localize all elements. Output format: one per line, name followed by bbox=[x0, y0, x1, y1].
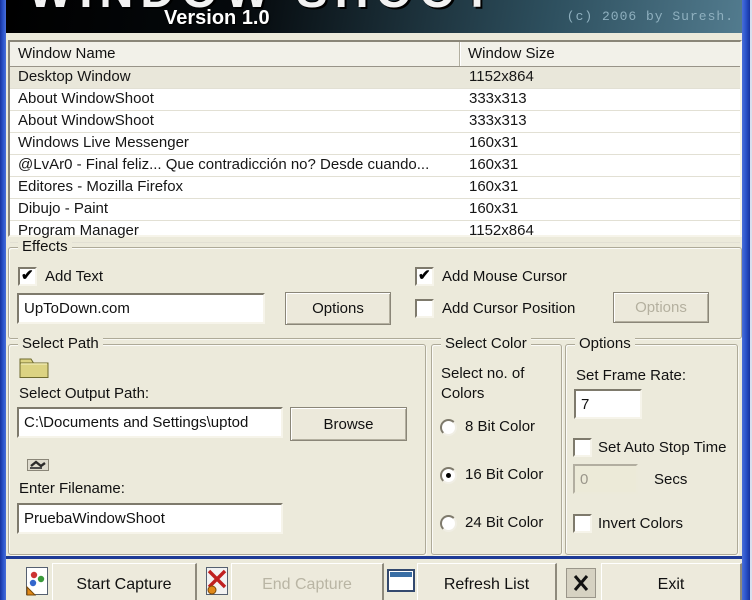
auto-stop-checkbox[interactable] bbox=[573, 438, 592, 457]
refresh-list-button[interactable]: Refresh List bbox=[417, 563, 557, 600]
cell-window-name: About WindowShoot bbox=[18, 112, 154, 129]
cell-window-name: @LvAr0 - Final feliz... Que contradicció… bbox=[18, 156, 430, 173]
version-label: Version 1.0 bbox=[164, 7, 270, 29]
cell-window-size: 333x313 bbox=[469, 90, 527, 107]
output-path-input[interactable] bbox=[17, 407, 283, 438]
radio-16bit[interactable] bbox=[440, 467, 457, 484]
overlay-text-input[interactable] bbox=[17, 293, 265, 324]
table-row[interactable]: About WindowShoot 333x313 bbox=[10, 111, 740, 133]
add-text-label: Add Text bbox=[45, 268, 104, 285]
start-capture-icon bbox=[24, 566, 50, 600]
table-row[interactable]: Desktop Window 1152x864 bbox=[10, 67, 740, 89]
radio-16bit-label: 16 Bit Color bbox=[465, 466, 544, 483]
table-row[interactable]: @LvAr0 - Final feliz... Que contradicció… bbox=[10, 155, 740, 177]
cell-window-size: 160x31 bbox=[469, 200, 519, 217]
table-row[interactable]: Editores - Mozilla Firefox 160x31 bbox=[10, 177, 740, 199]
copyright-label: (c) 2006 by Suresh. bbox=[566, 9, 734, 24]
text-options-button[interactable]: Options bbox=[285, 292, 391, 325]
table-row[interactable]: Program Manager 1152x864 bbox=[10, 221, 740, 243]
cursor-options-button[interactable]: Options bbox=[613, 292, 709, 323]
frame-rate-label: Set Frame Rate: bbox=[576, 367, 687, 384]
filename-label: Enter Filename: bbox=[19, 480, 125, 497]
title-banner: WINDOW SHOOT Version 1.0 (c) 2006 by Sur… bbox=[6, 0, 742, 33]
radio-8bit-label: 8 Bit Color bbox=[465, 418, 536, 435]
options-group-title: Options bbox=[575, 335, 635, 352]
window-listview: Window Name Window Size Desktop Window 1… bbox=[8, 40, 742, 243]
cell-window-size: 160x31 bbox=[469, 156, 519, 173]
table-row[interactable]: About WindowShoot 333x313 bbox=[10, 89, 740, 111]
radio-8bit[interactable] bbox=[440, 419, 457, 436]
secs-input[interactable] bbox=[573, 464, 638, 494]
color-subtitle-line1: Select no. of bbox=[441, 365, 525, 382]
column-header-window-name[interactable]: Window Name bbox=[10, 42, 459, 66]
invert-colors-label: Invert Colors bbox=[598, 515, 684, 532]
window-border-right bbox=[742, 0, 750, 600]
add-cursor-position-checkbox[interactable] bbox=[415, 299, 434, 318]
cell-window-size: 160x31 bbox=[469, 134, 519, 151]
select-path-group-title: Select Path bbox=[18, 335, 103, 352]
cell-window-size: 1152x864 bbox=[469, 222, 534, 239]
cell-window-name: Desktop Window bbox=[18, 68, 131, 85]
folder-icon bbox=[19, 356, 49, 384]
table-row[interactable]: Dibujo - Paint 160x31 bbox=[10, 199, 740, 221]
exit-button[interactable]: Exit bbox=[601, 563, 742, 600]
refresh-list-icon bbox=[387, 569, 415, 597]
cell-window-size: 160x31 bbox=[469, 178, 519, 195]
cell-window-size: 333x313 bbox=[469, 112, 527, 129]
filename-input[interactable] bbox=[17, 503, 283, 534]
secs-label: Secs bbox=[654, 471, 688, 488]
frame-rate-input[interactable] bbox=[574, 389, 642, 419]
options-group: Options Set Frame Rate: Set Auto Stop Ti… bbox=[565, 335, 738, 555]
effects-group: Effects Add Text Options Add Mouse Curso… bbox=[8, 238, 742, 339]
column-header-window-size[interactable]: Window Size bbox=[459, 42, 740, 66]
radio-24bit[interactable] bbox=[440, 515, 457, 532]
end-capture-button[interactable]: End Capture bbox=[231, 563, 384, 600]
select-color-group: Select Color Select no. of Colors 8 Bit … bbox=[431, 335, 562, 555]
color-subtitle-line2: Colors bbox=[441, 385, 485, 402]
table-row[interactable]: Windows Live Messenger 160x31 bbox=[10, 133, 740, 155]
bottom-divider bbox=[0, 556, 752, 559]
output-path-label: Select Output Path: bbox=[19, 385, 150, 402]
add-mouse-cursor-checkbox[interactable] bbox=[415, 266, 434, 286]
add-text-checkbox[interactable] bbox=[18, 266, 37, 286]
window-border-left bbox=[0, 0, 6, 600]
invert-colors-checkbox[interactable] bbox=[573, 514, 592, 533]
select-color-group-title: Select Color bbox=[441, 335, 531, 352]
rename-icon bbox=[27, 457, 49, 477]
cell-window-size: 1152x864 bbox=[469, 68, 534, 85]
browse-button[interactable]: Browse bbox=[290, 407, 407, 441]
radio-24bit-label: 24 Bit Color bbox=[465, 514, 544, 531]
end-capture-icon bbox=[204, 566, 230, 600]
add-cursor-position-label: Add Cursor Position bbox=[442, 300, 576, 317]
start-capture-button[interactable]: Start Capture bbox=[52, 563, 197, 600]
exit-icon bbox=[566, 568, 596, 600]
select-path-group: Select Path Select Output Path: Browse E… bbox=[8, 335, 426, 555]
add-mouse-cursor-label: Add Mouse Cursor bbox=[442, 268, 568, 285]
listview-header: Window Name Window Size bbox=[10, 42, 740, 67]
cell-window-name: Editores - Mozilla Firefox bbox=[18, 178, 184, 195]
cell-window-name: Windows Live Messenger bbox=[18, 134, 189, 151]
auto-stop-label: Set Auto Stop Time bbox=[598, 439, 727, 456]
cell-window-name: Program Manager bbox=[18, 222, 139, 239]
effects-group-title: Effects bbox=[18, 238, 72, 255]
cell-window-name: Dibujo - Paint bbox=[18, 200, 109, 217]
cell-window-name: About WindowShoot bbox=[18, 90, 154, 107]
windowshoot-app: WINDOW SHOOT Version 1.0 (c) 2006 by Sur… bbox=[0, 0, 752, 600]
